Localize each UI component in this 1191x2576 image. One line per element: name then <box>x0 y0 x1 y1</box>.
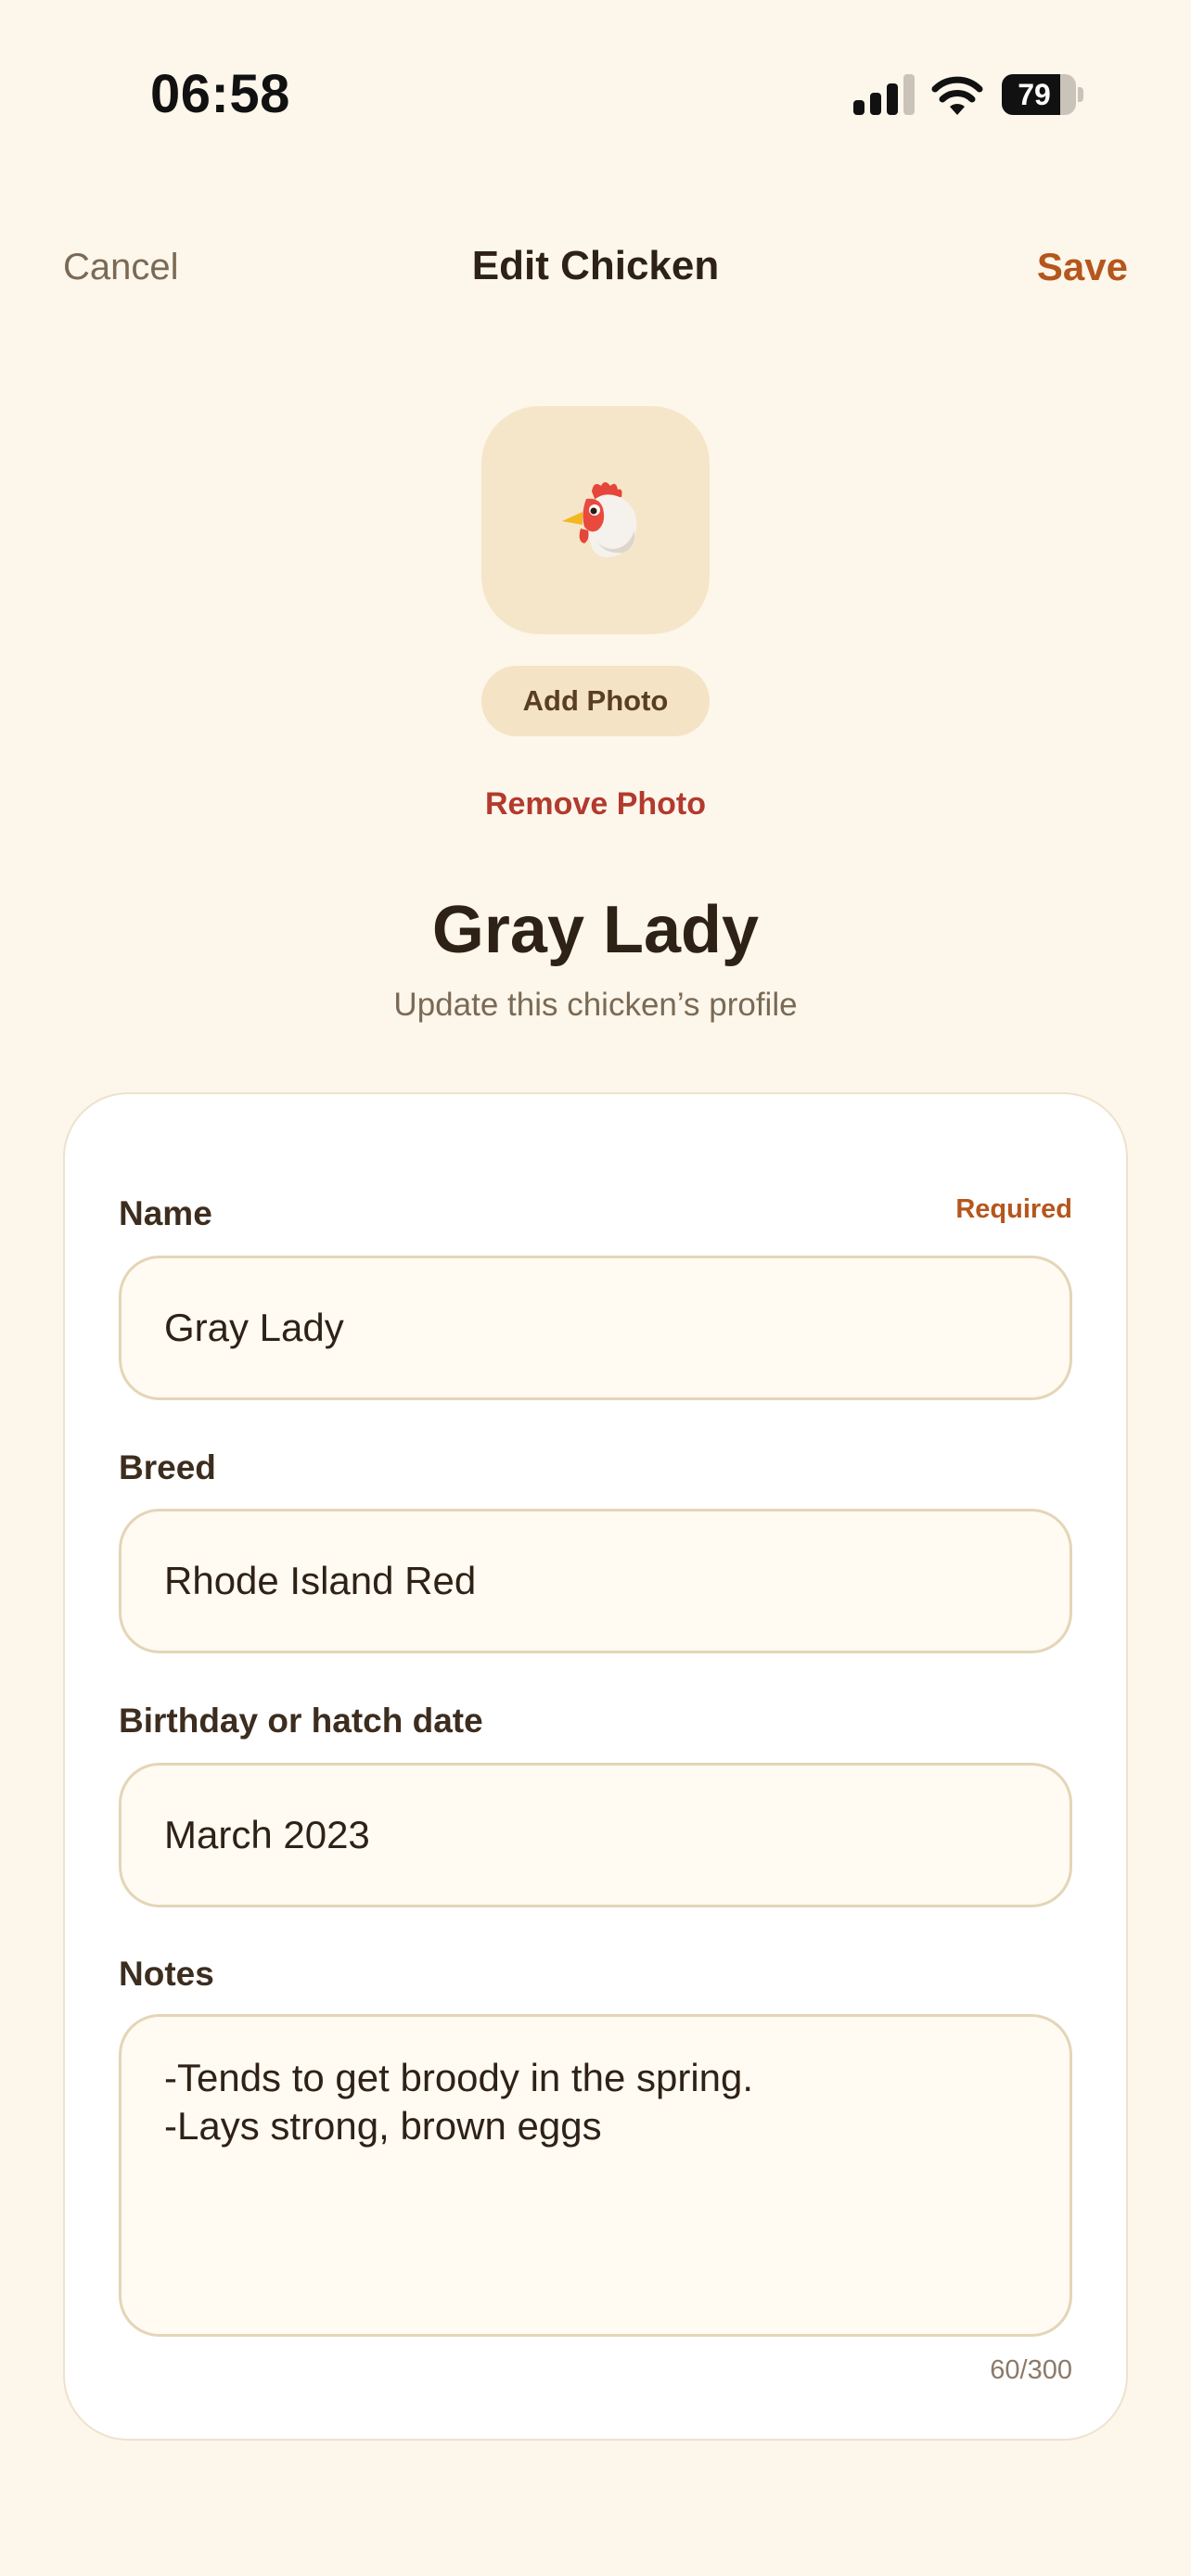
cancel-button[interactable]: Cancel <box>63 247 179 288</box>
chicken-avatar[interactable] <box>481 406 710 634</box>
notes-field[interactable]: -Tends to get broody in the spring. -Lay… <box>119 2014 1072 2337</box>
battery-level: 79 <box>1018 78 1051 111</box>
notes-character-counter: 60/300 <box>990 2355 1072 2385</box>
add-photo-button[interactable]: Add Photo <box>481 666 710 736</box>
required-badge: Required <box>955 1194 1072 1224</box>
save-button[interactable]: Save <box>1037 245 1128 289</box>
status-time: 06:58 <box>150 64 290 124</box>
page-title: Edit Chicken <box>471 243 720 288</box>
breed-label: Breed <box>119 1448 216 1486</box>
birthday-field[interactable]: March 2023 <box>119 1763 1072 1907</box>
notes-label: Notes <box>119 1955 214 1993</box>
wifi-icon <box>931 76 983 115</box>
breed-field[interactable]: Rhode Island Red <box>119 1509 1072 1653</box>
name-field[interactable]: Gray Lady <box>119 1256 1072 1400</box>
cellular-signal-icon <box>853 72 915 115</box>
chicken-emoji-icon <box>562 482 637 557</box>
battery-icon: 79 <box>1002 74 1083 115</box>
name-label: Name <box>119 1194 212 1232</box>
birthday-label: Birthday or hatch date <box>119 1702 483 1740</box>
page-subtitle: Update this chicken’s profile <box>393 987 798 1023</box>
remove-photo-button[interactable]: Remove Photo <box>0 786 1191 823</box>
chicken-name-heading: Gray Lady <box>431 893 760 967</box>
